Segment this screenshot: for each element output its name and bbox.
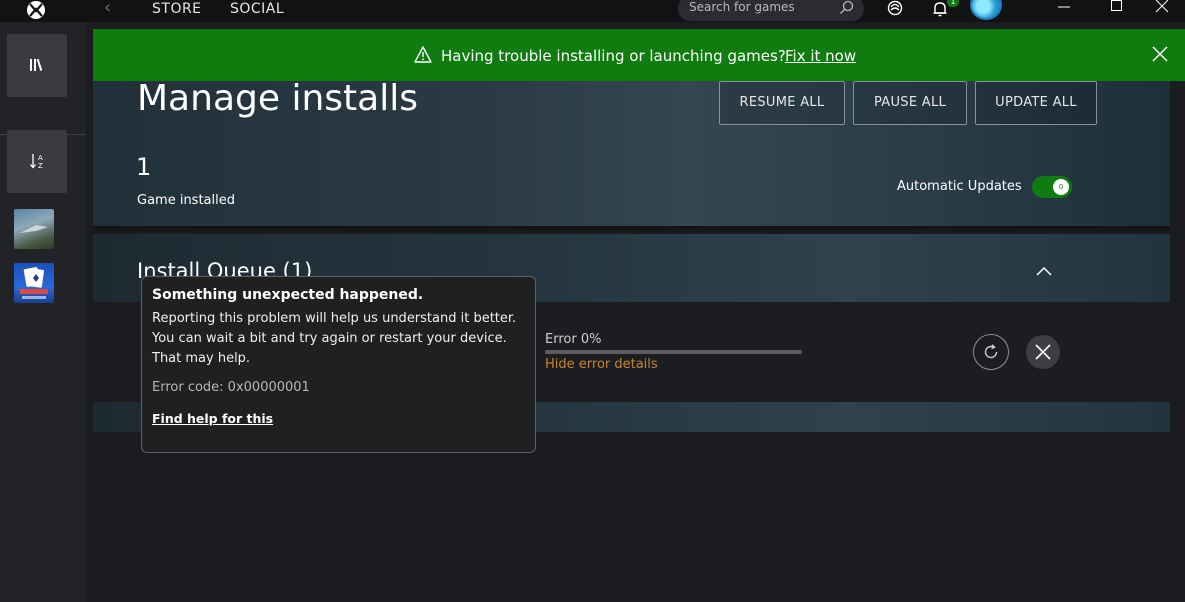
close-icon: [1035, 344, 1051, 360]
warning-icon: [414, 46, 432, 63]
error-tooltip: Something unexpected happened. Reporting…: [141, 276, 536, 453]
plane-icon: [20, 225, 48, 233]
maximize-icon[interactable]: [1110, 0, 1124, 14]
find-help-link[interactable]: Find help for this: [152, 411, 273, 426]
close-icon[interactable]: [1151, 45, 1169, 63]
game-thumbnail-1[interactable]: [14, 209, 54, 249]
toggle-knob: 0: [1053, 179, 1069, 195]
svg-text:A: A: [38, 154, 43, 162]
retry-icon: [984, 344, 998, 359]
sort-button[interactable]: A Z: [7, 130, 67, 193]
error-tooltip-body: Reporting this problem will help us unde…: [152, 311, 517, 366]
hide-error-details-link[interactable]: Hide error details: [545, 357, 658, 372]
install-status: Error 0%: [545, 332, 602, 347]
automatic-updates-toggle[interactable]: 0: [1032, 176, 1072, 198]
fix-it-now-link[interactable]: Fix it now: [785, 47, 856, 65]
retry-button[interactable]: [973, 334, 1009, 370]
back-arrow-icon[interactable]: ‹: [104, 0, 118, 18]
update-all-button[interactable]: UPDATE ALL: [975, 81, 1097, 125]
tab-store[interactable]: STORE: [152, 1, 202, 17]
page-title: Manage installs: [137, 78, 418, 119]
library-icon: [30, 58, 43, 71]
installed-count: 1: [136, 153, 152, 181]
game-thumbnail-2[interactable]: [14, 263, 54, 303]
tab-social[interactable]: SOCIAL: [230, 1, 284, 17]
library-button[interactable]: [7, 34, 67, 97]
search-icon: [840, 0, 854, 14]
sort-az-icon: A Z: [30, 154, 43, 170]
search-placeholder: Search for games: [689, 0, 795, 14]
installed-count-label: Game installed: [137, 193, 235, 208]
close-window-icon[interactable]: [1155, 0, 1169, 14]
svg-text:Z: Z: [38, 162, 43, 170]
search-input[interactable]: Search for games: [678, 0, 864, 21]
install-progress-bar: [545, 350, 802, 354]
banner-message: Having trouble installing or launching g…: [441, 47, 786, 65]
automatic-updates-label: Automatic Updates: [897, 179, 1022, 194]
achievements-icon[interactable]: [886, 0, 904, 18]
error-tooltip-title: Something unexpected happened.: [152, 287, 424, 303]
solitaire-cards-icon: [20, 267, 48, 299]
xbox-logo-icon[interactable]: [26, 0, 46, 20]
hero-shadow: [93, 226, 1170, 234]
title-bar: ‹ STORE SOCIAL Search for games 1: [0, 0, 1185, 22]
pause-all-button[interactable]: PAUSE ALL: [853, 81, 967, 125]
trouble-banner: Having trouble installing or launching g…: [93, 29, 1185, 81]
cancel-install-button[interactable]: [1026, 335, 1060, 369]
notification-badge: 1: [947, 0, 959, 7]
avatar[interactable]: [970, 0, 1002, 20]
error-code: Error code: 0x00000001: [152, 380, 310, 395]
minimize-icon[interactable]: [1057, 0, 1071, 14]
sidebar: A Z: [0, 22, 86, 602]
resume-all-button[interactable]: RESUME ALL: [719, 81, 845, 125]
chevron-up-icon[interactable]: [1035, 265, 1053, 277]
